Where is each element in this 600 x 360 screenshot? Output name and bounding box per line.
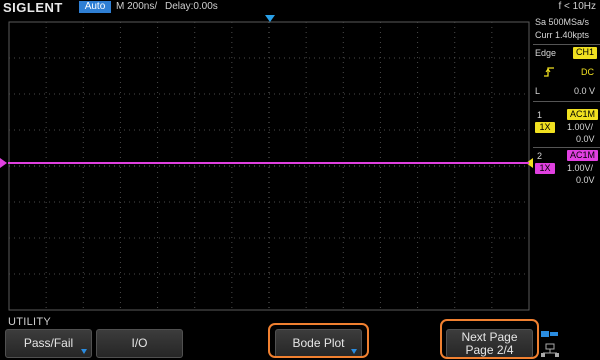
rising-edge-icon (544, 67, 554, 77)
submenu-arrow-icon (81, 349, 87, 354)
channel-1-offset: 0.0V (576, 134, 595, 144)
io-softkey[interactable]: I/O (96, 329, 183, 358)
channel-1-scale: 1.00V/ (567, 122, 594, 132)
channel-2-scale: 1.00V/ (567, 163, 594, 173)
trigger-source-badge: CH1 (573, 47, 597, 59)
channel-2-coupling-badge: AC1M (567, 150, 598, 161)
network-icon (541, 331, 559, 357)
pass-fail-softkey[interactable]: Pass/Fail (5, 329, 92, 358)
channel-1-index: 1 (537, 110, 543, 120)
brand-logo: SIGLENT (3, 0, 63, 15)
channel-2-probe-badge: 1X (535, 163, 555, 174)
channel-2-offset: 0.0V (576, 175, 595, 185)
menu-title: UTILITY (8, 316, 52, 328)
bode-plot-highlight (268, 323, 369, 358)
trigger-level-label: L (535, 86, 541, 96)
next-page-highlight (440, 319, 539, 359)
sample-rate: Sa 500MSa/s (535, 17, 590, 27)
frequency-counter: f < 10Hz (558, 1, 596, 12)
softkey-label: Pass/Fail (23, 336, 74, 350)
top-status-bar: SIGLENT Auto M 200ns/ Delay:0.00s f < 10… (0, 0, 600, 15)
channel-1-probe-badge: 1X (535, 122, 555, 133)
channel-2-index: 2 (537, 151, 543, 161)
acquisition-mode-badge[interactable]: Auto (79, 1, 111, 13)
trigger-type: Edge (535, 48, 557, 58)
softkey-label: I/O (131, 336, 148, 350)
divider (533, 147, 600, 148)
waveform-display[interactable] (0, 15, 533, 315)
trigger-level-value: 0.0 V (574, 86, 596, 96)
divider (533, 44, 600, 45)
info-panel: Sa 500MSa/s Curr 1.40kpts Edge CH1 DC L … (533, 15, 600, 315)
channel-1-coupling-badge: AC1M (567, 109, 598, 120)
channel-level-marker-icon[interactable] (0, 158, 7, 168)
trigger-coupling: DC (581, 67, 594, 77)
timebase-readout[interactable]: M 200ns/ (116, 1, 157, 13)
trigger-position-marker-icon[interactable] (265, 15, 275, 22)
memory-depth: Curr 1.40kpts (535, 30, 590, 40)
delay-readout[interactable]: Delay:0.00s (165, 1, 218, 13)
divider (533, 101, 600, 102)
